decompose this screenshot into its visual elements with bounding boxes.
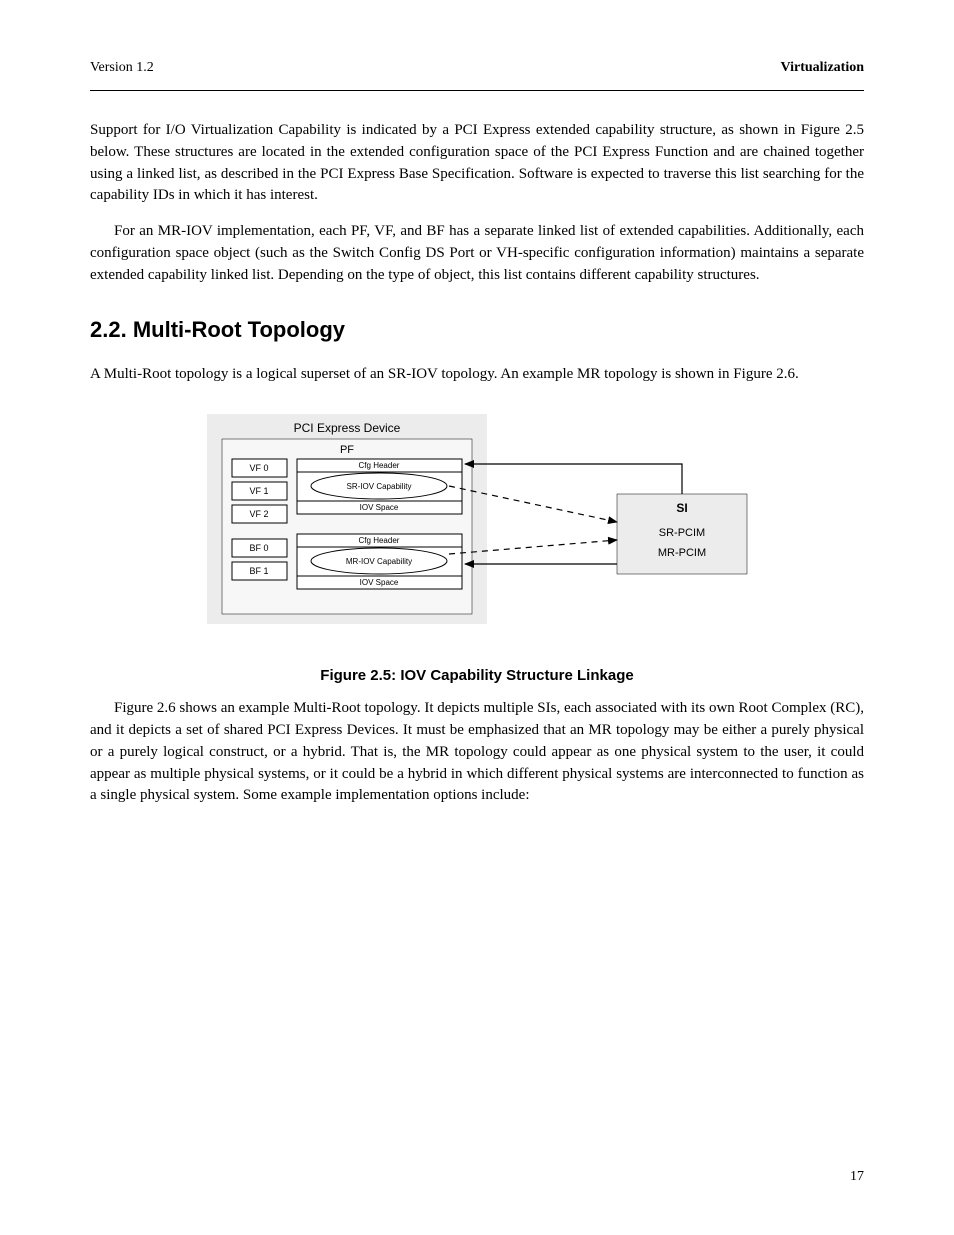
- vf1-label: VF 1: [249, 486, 268, 496]
- arrow-solid-top: [465, 464, 682, 494]
- sriov-label: SR-IOV Capability: [347, 482, 412, 491]
- paragraph: Support for I/O Virtualization Capabilit…: [90, 120, 864, 207]
- pf-title: PF: [340, 444, 354, 456]
- sr-pcim-label: SR-PCIM: [659, 527, 705, 539]
- vf2-label: VF 2: [249, 509, 268, 519]
- page-number: 17: [850, 1169, 864, 1185]
- body-column: Support for I/O Virtualization Capabilit…: [90, 120, 864, 821]
- figure-svg: PCI Express Device PF VF 0 VF 1 VF 2 BF …: [187, 404, 767, 639]
- header-title: Virtualization: [781, 60, 864, 76]
- cfg-header-1: Cfg Header: [359, 461, 400, 470]
- section-number: 2.2.: [90, 317, 127, 342]
- header-version: Version 1.2: [90, 60, 154, 76]
- section-heading: 2.2. Multi-Root Topology: [90, 314, 864, 346]
- paragraph: A Multi-Root topology is a logical super…: [90, 364, 864, 386]
- paragraph: Figure 2.6 shows an example Multi-Root t…: [90, 698, 864, 807]
- si-title: SI: [676, 501, 687, 515]
- pcie-device-title: PCI Express Device: [294, 421, 401, 435]
- figure-caption: Figure 2.5: IOV Capability Structure Lin…: [90, 665, 864, 687]
- mriov-label: MR-IOV Capability: [346, 557, 412, 566]
- vf0-label: VF 0: [249, 463, 268, 473]
- header-rule: [90, 90, 864, 91]
- page-header: Version 1.2 Virtualization: [90, 60, 864, 76]
- iov-space-1: IOV Space: [360, 503, 399, 512]
- bf0-label: BF 0: [249, 543, 268, 553]
- paragraph: For an MR-IOV implementation, each PF, V…: [90, 221, 864, 286]
- section-title: Multi-Root Topology: [133, 317, 345, 342]
- bf1-label: BF 1: [249, 566, 268, 576]
- figure: PCI Express Device PF VF 0 VF 1 VF 2 BF …: [90, 404, 864, 687]
- iov-space-2: IOV Space: [360, 578, 399, 587]
- mr-pcim-label: MR-PCIM: [658, 547, 706, 559]
- cfg-header-2: Cfg Header: [359, 536, 400, 545]
- vf-bf-column: VF 0 VF 1 VF 2 BF 0 BF 1: [232, 459, 287, 580]
